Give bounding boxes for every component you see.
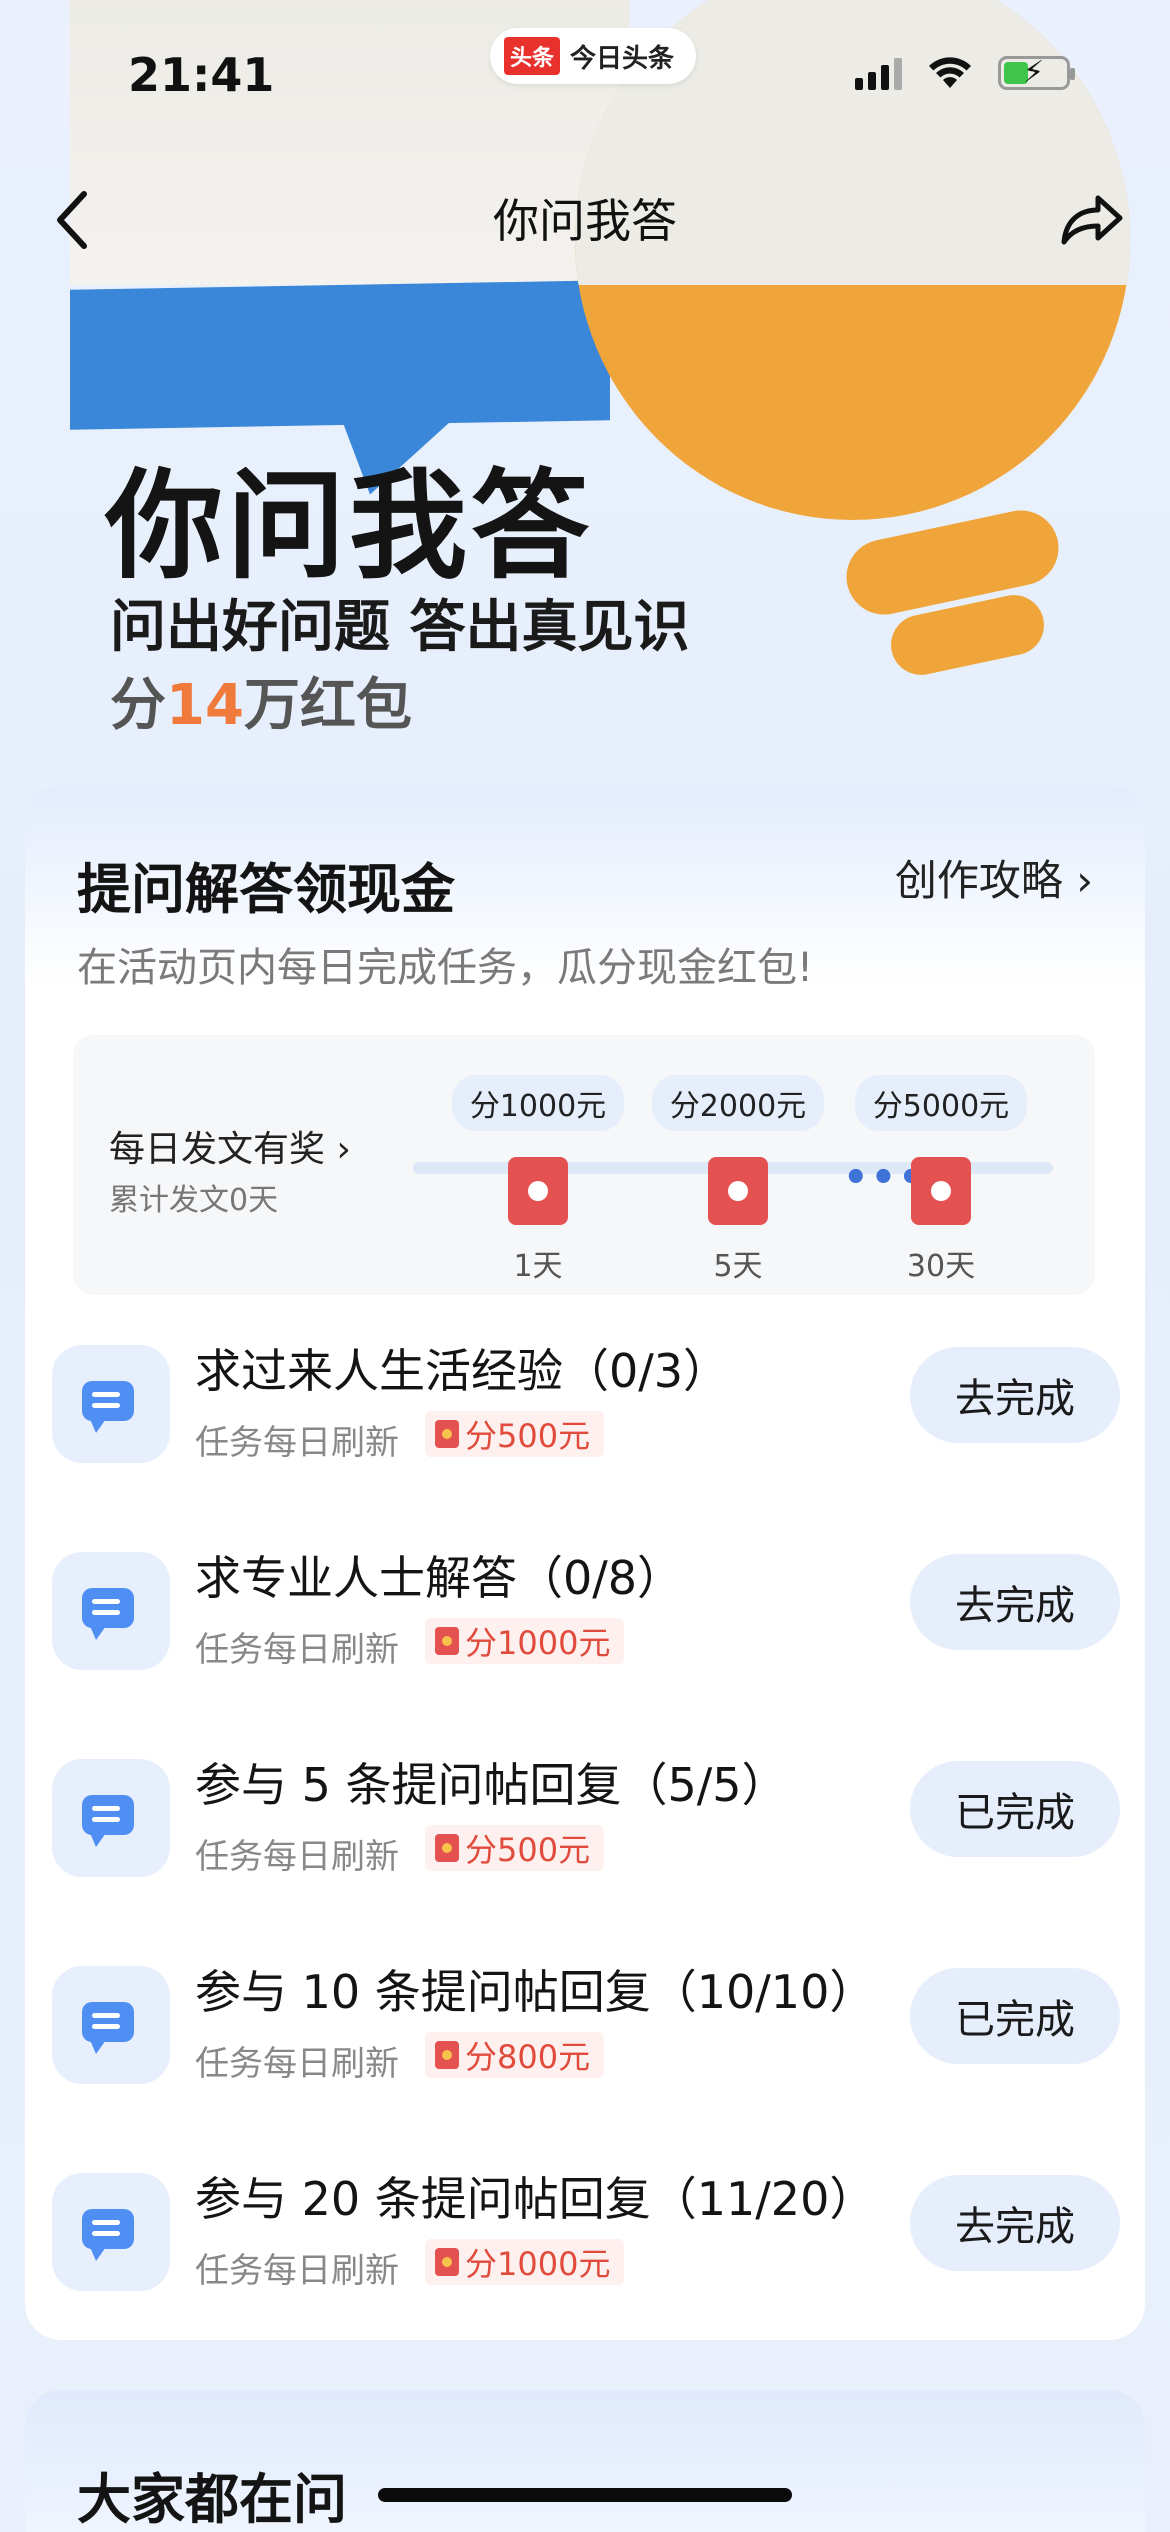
milestone-2[interactable]: 分2000元 5天 [648, 1075, 828, 1285]
milestone-3[interactable]: 分5000元 30天 [851, 1075, 1031, 1285]
popular-questions-card: 大家都在问 [25, 2390, 1145, 2532]
task-reward-badge: 分1000元 [425, 2239, 625, 2285]
task-action-button[interactable]: 去完成 [910, 2175, 1120, 2271]
task-card: 提问解答领现金 创作攻略 › 在活动页内每日完成任务，瓜分现金红包! 每日发文有… [25, 785, 1145, 2340]
task-card-title: 提问解答领现金 [77, 858, 455, 921]
battery-icon: ⚡ [998, 55, 1075, 90]
task-reward-badge: 分800元 [425, 2032, 605, 2078]
task-item: 求过来人生活经验（0/3） 任务每日刷新 分500元 去完成 [25, 1335, 1145, 1525]
task-action-button[interactable]: 去完成 [910, 1554, 1120, 1650]
daily-post-reward-link[interactable]: 每日发文有奖 › [109, 1120, 351, 1172]
task-refresh-note: 任务每日刷新 [195, 2044, 399, 2084]
task-item: 参与 10 条提问帖回复（10/10） 任务每日刷新 分800元 已完成 [25, 1956, 1145, 2146]
milestone-day: 5天 [713, 1249, 763, 1284]
task-refresh-note: 任务每日刷新 [195, 1837, 399, 1877]
speech-bubble-tail-art [70, 280, 610, 430]
task-card-description: 在活动页内每日完成任务，瓜分现金红包! [77, 945, 814, 991]
task-reward-badge: 分500元 [425, 1825, 605, 1871]
chat-bubble-icon [52, 1759, 170, 1877]
nav-title: 你问我答 [493, 194, 677, 248]
red-envelope-icon [435, 2041, 459, 2069]
status-icons: ⚡ [855, 55, 1075, 90]
chat-bubble-icon [52, 2173, 170, 2291]
milestone-1[interactable]: 分1000元 1天 [448, 1075, 628, 1285]
red-envelope-icon [435, 1420, 459, 1448]
daily-post-reward-panel: 每日发文有奖 › 累计发文0天 分1000元 1天 分2000元 5天 ••• … [73, 1035, 1095, 1295]
hero-banner: 你问我答 问出好问题 答出真见识 分14万红包 [0, 0, 1170, 780]
wifi-icon [929, 57, 971, 88]
milestone-prize: 分5000元 [854, 1075, 1028, 1131]
red-envelope-icon [708, 1157, 768, 1225]
chat-bubble-icon [52, 1966, 170, 2084]
task-action-button[interactable]: 去完成 [910, 1347, 1120, 1443]
hero-prize-prefix: 分 [110, 673, 166, 738]
task-name: 求过来人生活经验（0/3） [195, 1344, 730, 1398]
creation-guide-link[interactable]: 创作攻略 › [895, 847, 1093, 908]
task-action-button[interactable]: 已完成 [910, 1968, 1120, 2064]
status-time: 21:41 [128, 48, 275, 102]
red-envelope-icon [435, 2248, 459, 2276]
task-refresh-note: 任务每日刷新 [195, 1630, 399, 1670]
task-name: 求专业人士解答（0/8） [195, 1551, 684, 1605]
red-envelope-icon [435, 1627, 459, 1655]
back-to-app-pill[interactable]: 头条 今日头条 [490, 28, 697, 84]
hero-prize: 分14万红包 [110, 660, 412, 741]
task-item: 参与 20 条提问帖回复（11/20） 任务每日刷新 分1000元 去完成 [25, 2163, 1145, 2340]
page: 你问我答 问出好问题 答出真见识 分14万红包 21:41 头条 今日头条 ⚡ … [0, 0, 1170, 2532]
milestone-prize: 分1000元 [451, 1075, 625, 1131]
post-day-count: 累计发文0天 [109, 1183, 279, 1218]
milestone-day: 30天 [906, 1249, 976, 1284]
task-refresh-note: 任务每日刷新 [195, 1423, 399, 1463]
task-refresh-note: 任务每日刷新 [195, 2251, 399, 2291]
task-item: 求专业人士解答（0/8） 任务每日刷新 分1000元 去完成 [25, 1542, 1145, 1732]
task-item: 参与 5 条提问帖回复（5/5） 任务每日刷新 分500元 已完成 [25, 1749, 1145, 1939]
task-name: 参与 10 条提问帖回复（10/10） [195, 1965, 876, 2019]
share-icon[interactable] [1050, 180, 1130, 260]
task-action-button[interactable]: 已完成 [910, 1761, 1120, 1857]
red-envelope-icon [435, 1834, 459, 1862]
task-reward-badge: 分1000元 [425, 1618, 625, 1664]
hero-title: 你问我答 [105, 457, 594, 595]
hero-subtitle: 问出好问题 答出真见识 [110, 595, 690, 660]
task-reward-badge: 分500元 [425, 1411, 605, 1457]
task-name: 参与 20 条提问帖回复（11/20） [195, 2172, 876, 2226]
home-indicator[interactable] [378, 2488, 792, 2502]
chat-bubble-icon [52, 1345, 170, 1463]
cellular-signal-icon [855, 56, 902, 90]
red-envelope-icon [911, 1157, 971, 1225]
chat-bubble-icon [52, 1552, 170, 1670]
red-envelope-icon [508, 1157, 568, 1225]
app-name: 今日头条 [570, 43, 675, 74]
hero-prize-number: 14 [166, 673, 244, 738]
task-name: 参与 5 条提问帖回复（5/5） [195, 1758, 788, 1812]
milestone-day: 1天 [513, 1249, 563, 1284]
hero-prize-suffix: 万红包 [243, 673, 412, 738]
popular-questions-title: 大家都在问 [77, 2468, 347, 2531]
app-logo: 头条 [504, 37, 561, 75]
milestone-prize: 分2000元 [651, 1075, 825, 1131]
